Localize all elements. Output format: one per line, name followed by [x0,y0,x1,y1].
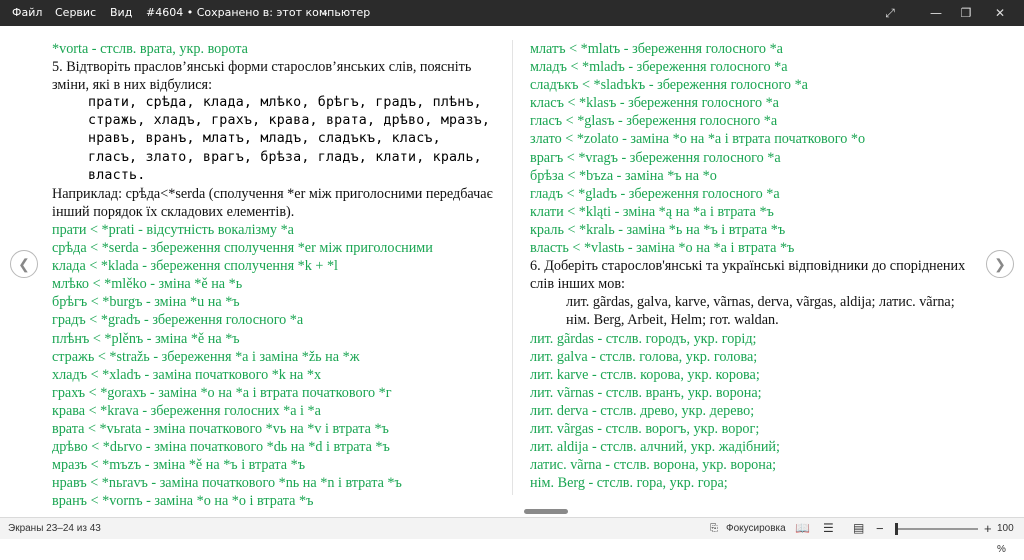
minimize-icon[interactable]: — [926,0,946,26]
close-icon[interactable]: ✕ [990,0,1010,26]
answer-line: млѣко < *mlěko - зміна *ě на *ь [52,276,243,293]
chevron-left-icon: ❮ [18,256,30,272]
answer-line: младъ < *mladъ - збереження голосного *a [530,59,788,76]
answer-line: злато < *zolato - заміна *о на *a і втра… [530,131,866,148]
word-list: прати, срѣда, клада, млѣко, брѣгъ, градъ… [88,95,491,183]
answer-line: брѣгъ < *burgъ - зміна *u на *ъ [52,294,240,311]
answer-line: хладъ < *xladъ - заміна початкового *k н… [52,366,322,383]
answer-line: гладъ < *gladъ - збереження голосного *a [530,185,780,202]
answer-line: вранъ < *vornъ - заміна *о на *о і втрат… [52,493,314,510]
web-layout-icon[interactable]: ▤ [853,518,864,539]
answer-line: мразъ < *mъzъ - зміна *ě на *ъ і втрата … [52,457,306,474]
answer-line: класъ < *klasъ - збереження голосного *a [530,95,779,112]
answer-line: лит. vãrgas - стслв. ворогъ, укр. ворог; [530,420,760,437]
cognate-list: лит. gãrdas, galva, karve, vãrnas, derva… [566,294,955,329]
chevron-down-icon[interactable]: ⌄ [321,0,329,26]
answer-line: градъ < *gradъ - збереження голосного *a [52,312,304,329]
zoom-in-icon[interactable]: + [984,518,992,539]
menu-service[interactable]: Сервис [55,0,96,26]
page-divider [512,40,513,495]
answer-line: крава < *krava - збереження голосних *a … [52,402,321,419]
answer-line: латис. vãrna - стслв. ворона, укр. ворон… [530,457,777,474]
answer-line: лит. galva - стслв. голова, укр. голова; [530,348,758,365]
fullscreen-icon[interactable]: ⤢ [880,0,900,26]
focus-mode-button[interactable]: Фокусировка [726,518,786,539]
print-layout-icon[interactable]: ☰ [823,518,834,539]
answer-line: лит. karve - стслв. корова, укр. корова; [530,366,760,383]
answer-line: нравъ < *nьravъ - заміна початкового *nь… [52,475,402,492]
answer-line: брѣза < *bъza - заміна *ъ на *о [530,167,717,184]
document-spread: *vorta - стслв. врата, укр. ворота 5. Ві… [45,40,995,509]
answer-line: стражь < *stražь - збереження *a і замін… [52,348,360,365]
left-page: *vorta - стслв. врата, укр. ворота 5. Ві… [52,40,497,510]
answer-line: срѣда < *serda - збереження сполучення *… [52,240,433,257]
answer-line: врата < *vьrata - зміна початкового *vь … [52,420,389,437]
answer-line: власть < *vlastь - заміна *о на *a і втр… [530,240,795,257]
answer-line: нім. Berg - стслв. гора, укр. гора; [530,475,728,492]
answer-line: плѣнъ < *plěnъ - зміна *ě на *ъ [52,330,240,347]
horizontal-scroll-handle[interactable] [524,509,568,514]
answer-line: лит. aldija - стслв. алчний, укр. жадібн… [530,439,780,456]
right-page: млатъ < *mlatъ - збереження голосного *a… [530,40,980,492]
restore-icon[interactable]: ❐ [956,0,976,26]
answer-line: млатъ < *mlatъ - збереження голосного *a [530,41,783,57]
example-text: Наприклад: срѣда<*serda (сполучення *er … [52,185,493,220]
answer-line: грахъ < *gorахъ - заміна *о на *a і втра… [52,384,392,401]
title-bar: Файл Сервис Вид #4604 • Сохранено в: это… [0,0,1024,26]
zoom-slider-thumb[interactable] [895,523,898,535]
answer-line: гласъ < *glasъ - збереження голосного *a [530,113,778,130]
zoom-slider[interactable] [898,528,978,530]
menu-file[interactable]: Файл [12,0,42,26]
document-title[interactable]: #4604 • Сохранено в: этот компьютер [146,0,370,26]
task-6-heading: 6. Доберіть старослов'янські та українсь… [530,258,966,293]
answer-line: лит. vãrnas - стслв. вранъ, укр. ворона; [530,384,762,401]
screens-indicator: Экраны 23–24 из 43 [8,523,101,534]
chevron-right-icon: ❯ [994,256,1006,272]
zoom-level[interactable]: 100 % [997,518,1024,555]
zoom-out-icon[interactable]: − [876,518,884,539]
answer-line: краль < *kralь - заміна *ь на *ъ і втрат… [530,221,786,238]
menu-view[interactable]: Вид [110,0,132,26]
answer-line: лит. derva - стслв. древо, укр. дерево; [530,402,755,419]
previous-page-button[interactable]: ❮ [10,250,38,278]
read-mode-icon[interactable]: 📖 [795,518,810,539]
answer-line: дрѣво < *dьrvo - зміна початкового *dь н… [52,439,390,456]
answer-line: врагъ < *vragъ - збереження голосного *a [530,149,781,166]
answer-line: прати < *prati - відсутність вокалізму *… [52,221,294,238]
answer-line: лит. gãrdas - стслв. городъ, укр. горід; [530,330,757,347]
answer-line: клада < *klada - збереження сполучення *… [52,258,338,275]
answer-line: клати < *kląti - зміна *ą на *a і втрата… [530,203,774,220]
task-5-heading: 5. Відтворіть праслов’янські форми старо… [52,59,472,94]
status-bar: Экраны 23–24 из 43 ⎘ Фокусировка 📖 ☰ ▤ −… [0,517,1024,555]
answer-line: сладъкъ < *sladъkъ - збереження голосног… [530,77,808,94]
focus-icon[interactable]: ⎘ [710,518,718,539]
text-line: *vorta - стслв. врата, укр. ворота [52,41,248,57]
